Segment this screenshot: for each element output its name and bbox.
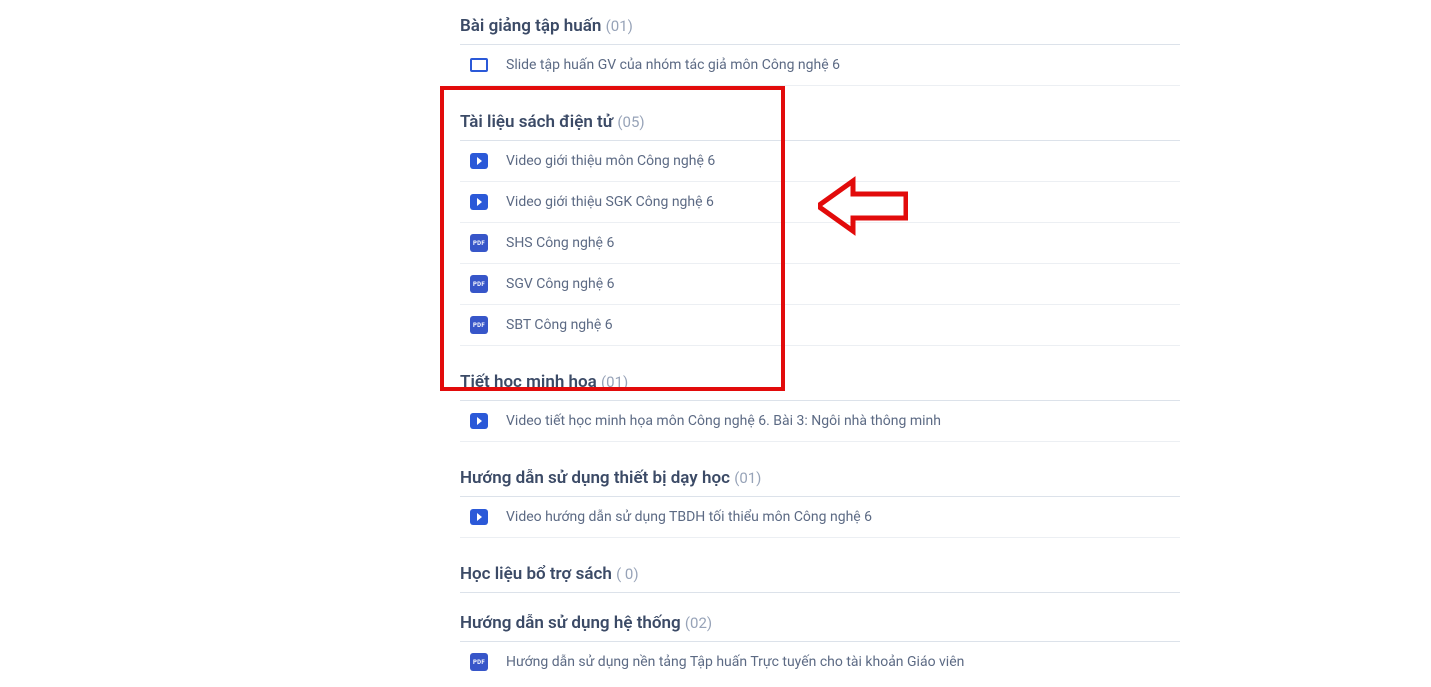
item-label: Slide tập huấn GV của nhóm tác giả môn C…: [506, 57, 840, 73]
list-item[interactable]: Video tiết học minh họa môn Công nghệ 6.…: [460, 401, 1180, 442]
item-label: SBT Công nghệ 6: [506, 317, 613, 333]
section-count: (05): [617, 113, 644, 131]
list-item[interactable]: Video giới thiệu SGK Công nghệ 6: [460, 182, 1180, 223]
item-label: Hướng dẫn sử dụng nền tảng Tập huấn Trực…: [506, 654, 964, 670]
section-title-text: Bài giảng tập huấn: [460, 16, 601, 36]
list-item[interactable]: Slide tập huấn GV của nhóm tác giả môn C…: [460, 45, 1180, 86]
list-item[interactable]: PDF SGV Công nghệ 6: [460, 264, 1180, 305]
section-title-text: Hướng dẫn sử dụng hệ thống: [460, 613, 681, 633]
section-count: (02): [685, 614, 712, 632]
section-count: ( 0): [616, 565, 639, 583]
section-count: (01): [601, 373, 628, 391]
resource-list: Bài giảng tập huấn (01) Slide tập huấn G…: [460, 12, 1180, 682]
section-title-text: Hướng dẫn sử dụng thiết bị dạy học: [460, 468, 730, 488]
item-label: Video tiết học minh họa môn Công nghệ 6.…: [506, 413, 941, 429]
section-title-tiet-hoc: Tiết học minh họa (01): [460, 368, 1180, 400]
section-title-text: Tài liệu sách điện tử: [460, 112, 613, 132]
section-count: (01): [606, 17, 633, 35]
video-icon: [470, 412, 488, 430]
item-label: Video hướng dẫn sử dụng TBDH tối thiểu m…: [506, 509, 872, 525]
section-title-text: Tiết học minh họa: [460, 372, 597, 392]
section-title-huong-dan-tbdh: Hướng dẫn sử dụng thiết bị dạy học (01): [460, 464, 1180, 496]
pdf-icon: PDF: [470, 316, 488, 334]
video-icon: [470, 193, 488, 211]
section-title-huong-dan-he-thong: Hướng dẫn sử dụng hệ thống (02): [460, 609, 1180, 641]
list-item[interactable]: Video hướng dẫn sử dụng TBDH tối thiểu m…: [460, 497, 1180, 538]
item-label: Video giới thiệu SGK Công nghệ 6: [506, 194, 714, 210]
item-label: SGV Công nghệ 6: [506, 276, 614, 292]
pdf-icon: PDF: [470, 234, 488, 252]
item-label: Video giới thiệu môn Công nghệ 6: [506, 153, 715, 169]
section-title-bai-giang: Bài giảng tập huấn (01): [460, 12, 1180, 44]
section-title-tai-lieu-sach: Tài liệu sách điện tử (05): [460, 108, 1180, 140]
list-item[interactable]: PDF SBT Công nghệ 6: [460, 305, 1180, 346]
list-item[interactable]: PDF SHS Công nghệ 6: [460, 223, 1180, 264]
video-icon: [470, 508, 488, 526]
item-label: SHS Công nghệ 6: [506, 235, 614, 251]
list-item[interactable]: PDF Hướng dẫn sử dụng nền tảng Tập huấn …: [460, 642, 1180, 682]
section-title-text: Học liệu bổ trợ sách: [460, 564, 612, 584]
section-title-hoc-lieu: Học liệu bổ trợ sách ( 0): [460, 560, 1180, 592]
video-icon: [470, 152, 488, 170]
pdf-icon: PDF: [470, 653, 488, 671]
section-count: (01): [734, 469, 761, 487]
pdf-icon: PDF: [470, 275, 488, 293]
list-item[interactable]: Video giới thiệu môn Công nghệ 6: [460, 141, 1180, 182]
slide-icon: [470, 56, 488, 74]
